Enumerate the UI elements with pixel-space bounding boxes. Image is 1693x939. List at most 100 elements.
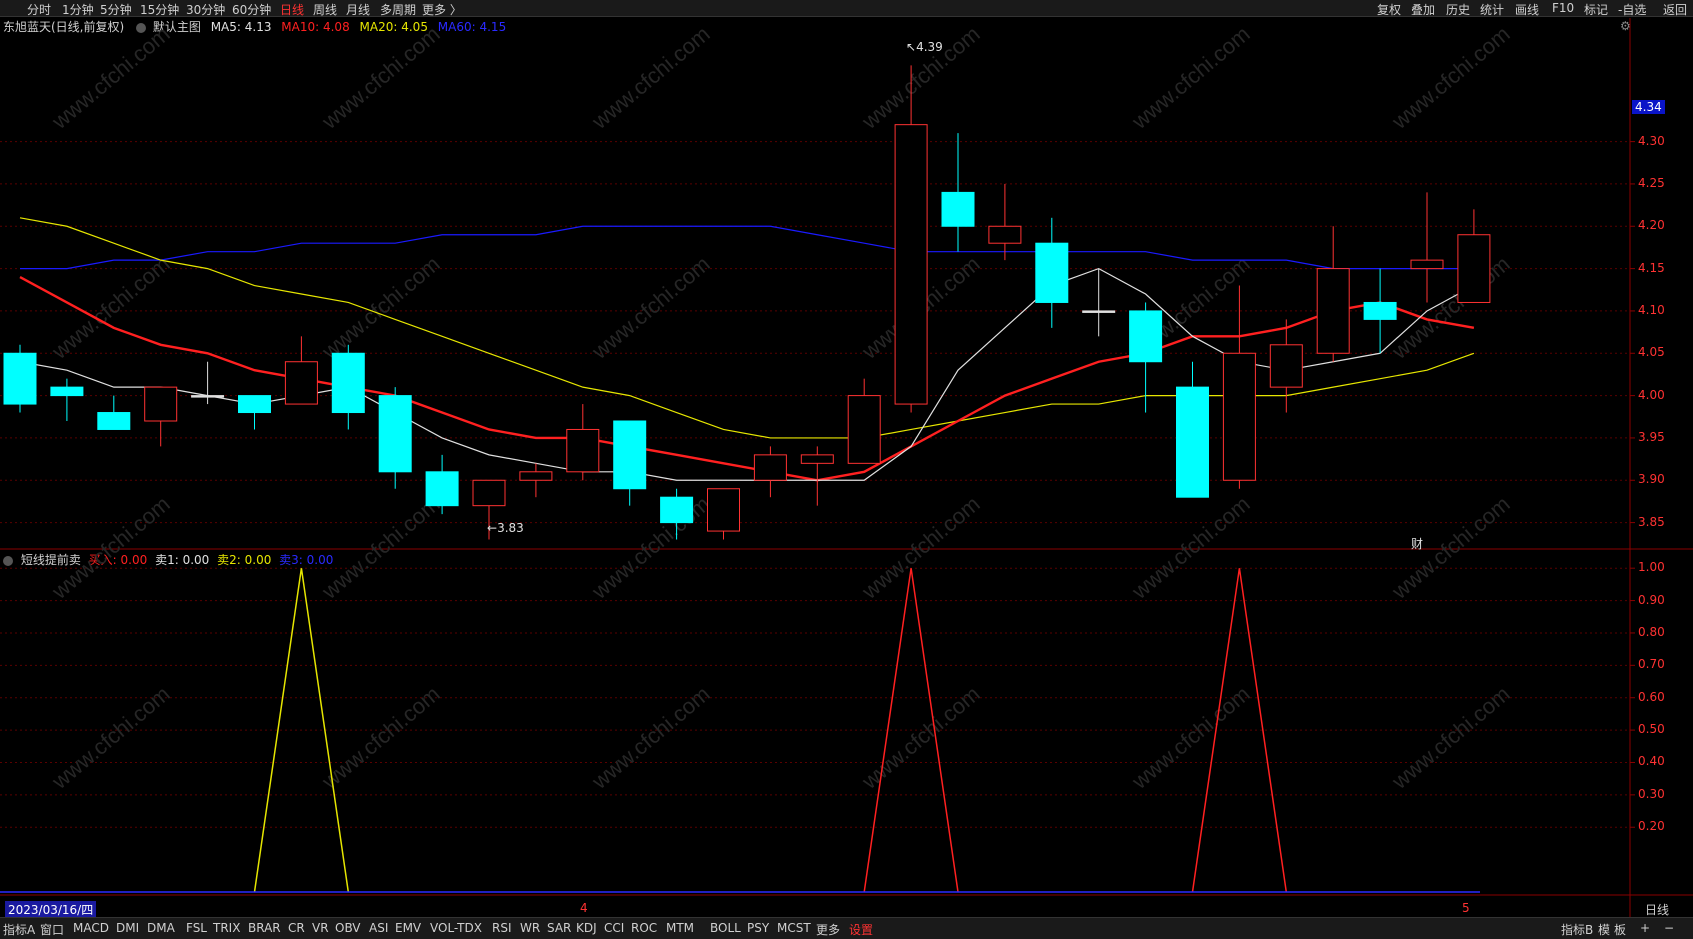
candle-body — [753, 454, 787, 481]
price-tick-label: 4.20 — [1638, 218, 1665, 233]
indicator-tab-10[interactable]: OBV — [335, 921, 361, 935]
signal-tick-label: 0.80 — [1638, 624, 1665, 639]
candle-body — [1410, 259, 1444, 270]
candle-body — [378, 395, 412, 473]
indicator-tab-13[interactable]: VOL-TDX — [430, 921, 482, 935]
price-tick-label: 4.10 — [1638, 302, 1665, 317]
indicator-tab-1[interactable]: 窗口 — [40, 921, 64, 938]
candle-body — [144, 386, 178, 422]
indicator-tab-bar: 指标A 窗口 MACD DMI DMA FSL TRIX BRAR CR VR OBV ASI EMV V… — [0, 917, 1693, 939]
indicator-tab-17[interactable]: KDJ — [576, 921, 597, 935]
candle-body — [988, 225, 1022, 244]
bottom-right-item-3[interactable]: + — [1640, 921, 1650, 935]
candle-body — [1316, 268, 1350, 354]
candle-body — [1269, 344, 1303, 388]
indicator-tab-0[interactable]: 指标A — [3, 921, 35, 938]
watermark-text: www.cfchi.com — [586, 21, 714, 134]
price-tick-label: 4.15 — [1638, 260, 1665, 275]
low-annotation: ←3.83 — [487, 521, 524, 535]
candle-body — [566, 428, 600, 473]
indicator-tab-18[interactable]: CCI — [604, 921, 624, 935]
financial-marker[interactable]: 财 — [1411, 535, 1423, 552]
candle-body — [1035, 242, 1069, 303]
signal-tick-label: 0.40 — [1638, 754, 1665, 769]
candle-body — [97, 412, 131, 430]
indicator-tab-24[interactable]: 更多 — [816, 921, 840, 938]
candle-body — [613, 420, 647, 490]
candle-body — [1457, 234, 1491, 303]
candle-body — [1363, 301, 1397, 320]
signal-tick-label: 0.30 — [1638, 786, 1665, 801]
watermark-text: www.cfchi.com — [1386, 491, 1514, 604]
indicator-tab-19[interactable]: ROC — [631, 921, 657, 935]
candle-body — [941, 191, 975, 227]
price-tick-label: 3.95 — [1638, 429, 1665, 444]
watermark-text: www.cfchi.com — [316, 21, 444, 134]
candle-body — [191, 395, 225, 398]
watermark-text: www.cfchi.com — [856, 21, 984, 134]
indicator-tab-4[interactable]: DMA — [147, 921, 175, 935]
bottom-right-item-2[interactable]: 板 — [1614, 921, 1626, 938]
indicator-tab-20[interactable]: MTM — [666, 921, 694, 935]
price-tick-label: 4.00 — [1638, 387, 1665, 402]
indicator-tab-2[interactable]: MACD — [73, 921, 109, 935]
watermark-text: www.cfchi.com — [586, 491, 714, 604]
candle-body — [800, 454, 834, 464]
ma60-line — [20, 225, 1474, 270]
low-value: 3.83 — [497, 521, 524, 535]
watermark-text: www.cfchi.com — [1386, 21, 1514, 134]
watermark-text: www.cfchi.com — [46, 21, 174, 134]
indicator-tab-8[interactable]: CR — [288, 921, 305, 935]
candle-body — [425, 471, 459, 507]
candle-body — [847, 395, 881, 464]
month-5-marker: 5 — [1462, 901, 1470, 915]
indicator-tab-12[interactable]: EMV — [395, 921, 421, 935]
price-tick-label: 4.30 — [1638, 133, 1665, 148]
candle-body — [3, 352, 37, 405]
price-tick-label: 3.85 — [1638, 514, 1665, 529]
bottom-right-item-4[interactable]: − — [1664, 921, 1674, 935]
current-price-label: 4.34 — [1632, 99, 1665, 114]
price-tick-label: 3.90 — [1638, 472, 1665, 487]
indicator-tab-6[interactable]: TRIX — [213, 921, 240, 935]
indicator-tab-9[interactable]: VR — [312, 921, 329, 935]
candle-body — [519, 471, 553, 481]
watermark-text: www.cfchi.com — [856, 491, 984, 604]
high-value: 4.39 — [916, 40, 943, 54]
signal-tick-label: 0.60 — [1638, 689, 1665, 704]
signal-tick-label: 0.20 — [1638, 819, 1665, 834]
price-tick-label: 4.05 — [1638, 345, 1665, 360]
watermark-text: www.cfchi.com — [1126, 21, 1254, 134]
indicator-tab-15[interactable]: WR — [520, 921, 540, 935]
candle-body — [660, 496, 694, 524]
indicator-tab-5[interactable]: FSL — [186, 921, 207, 935]
high-annotation: ↖4.39 — [906, 40, 943, 54]
indicator-tab-25[interactable]: 设置 — [849, 921, 873, 938]
indicator-tab-11[interactable]: ASI — [369, 921, 388, 935]
signal-tick-label: 0.50 — [1638, 722, 1665, 737]
candle-body — [707, 488, 740, 532]
bottom-right-item-0[interactable]: 指标B — [1561, 921, 1593, 938]
indicator-tab-7[interactable]: BRAR — [248, 921, 281, 935]
signal-tick-label: 0.70 — [1638, 657, 1665, 672]
indicator-tab-22[interactable]: PSY — [747, 921, 769, 935]
candle-body — [284, 361, 318, 405]
price-tick-label: 4.25 — [1638, 175, 1665, 190]
candle-body — [50, 386, 84, 397]
candle-body — [331, 352, 365, 414]
signal-tick-label: 1.00 — [1638, 560, 1665, 575]
candle-body — [894, 124, 928, 405]
indicator-tab-16[interactable]: SAR — [547, 921, 571, 935]
indicator-tab-14[interactable]: RSI — [492, 921, 512, 935]
watermark-text: www.cfchi.com — [316, 491, 444, 604]
kline-chart[interactable]: www.cfchi.com www.cfchi.com www.cfchi.com w… — [0, 0, 1693, 917]
candle-body — [1176, 386, 1209, 498]
candle-body — [1222, 352, 1256, 481]
bottom-right-item-1[interactable]: 模 — [1598, 921, 1610, 938]
indicator-tab-23[interactable]: MCST — [777, 921, 811, 935]
indicator-tab-3[interactable]: DMI — [116, 921, 139, 935]
candle-body — [1129, 310, 1163, 363]
candle-body — [238, 395, 271, 414]
candle-body — [472, 479, 506, 507]
indicator-tab-21[interactable]: BOLL — [710, 921, 741, 935]
